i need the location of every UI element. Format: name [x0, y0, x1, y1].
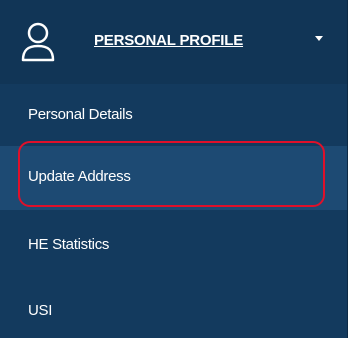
- sidebar: PERSONAL PROFILE Personal Details Update…: [0, 0, 348, 338]
- sidebar-item-label: Personal Details: [28, 106, 133, 123]
- user-icon: [21, 22, 55, 62]
- sidebar-item-label: HE Statistics: [28, 236, 110, 253]
- sidebar-item-usi[interactable]: USI: [0, 280, 347, 344]
- sidebar-item-label: USI: [28, 302, 53, 319]
- sidebar-item-personal-details[interactable]: Personal Details: [0, 84, 347, 148]
- sidebar-item-update-address[interactable]: Update Address: [0, 146, 347, 210]
- sidebar-item-he-statistics[interactable]: HE Statistics: [0, 214, 347, 278]
- sidebar-item-label: Update Address: [28, 168, 131, 185]
- personal-profile-link[interactable]: PERSONAL PROFILE: [94, 32, 243, 49]
- sidebar-header: PERSONAL PROFILE: [0, 0, 347, 84]
- caret-down-icon[interactable]: [315, 36, 323, 41]
